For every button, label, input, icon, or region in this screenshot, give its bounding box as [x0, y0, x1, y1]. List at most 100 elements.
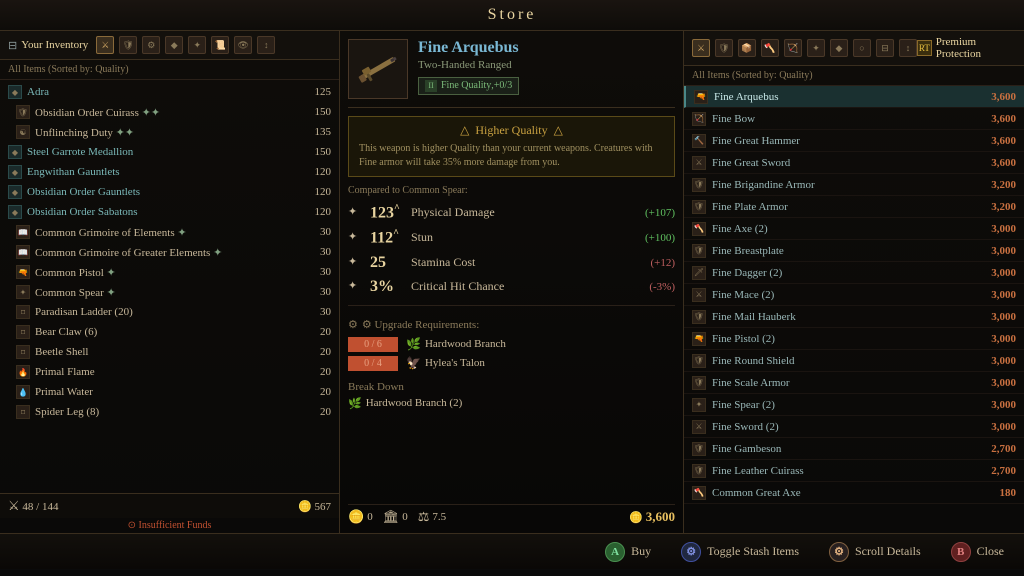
store-list-item[interactable]: 🛡 Fine Gambeson 2,700 [684, 438, 1024, 460]
item-price: 30 [301, 286, 331, 298]
store-filter-box[interactable]: 📦 [738, 39, 756, 57]
weight-value: 7.5 [432, 511, 446, 523]
store-list-item[interactable]: 🗡 Fine Dagger (2) 3,000 [684, 262, 1024, 284]
store-list-item[interactable]: ✦ Fine Spear (2) 3,000 [684, 394, 1024, 416]
store-filter-misc[interactable]: ⊟ [876, 39, 894, 57]
list-item[interactable]: ◆ Obsidian Order Gauntlets 120 [0, 182, 339, 202]
store-item-icon: 🛡 [692, 310, 706, 324]
store-list-item[interactable]: 🛡 Fine Scale Armor 3,000 [684, 372, 1024, 394]
store-list-item[interactable]: 🔨 Fine Great Hammer 3,600 [684, 130, 1024, 152]
store-item-icon: ⚔ [692, 156, 706, 170]
store-item-icon: ✦ [692, 398, 706, 412]
item-detail-type: Two-Handed Ranged [418, 59, 519, 71]
list-item[interactable]: ✦ Common Spear ✦ 30 [0, 282, 339, 302]
store-filter-ring[interactable]: ○ [853, 39, 871, 57]
filter-armor-icon[interactable]: 🛡 [119, 36, 137, 54]
buy-action[interactable]: A Buy [605, 542, 651, 562]
item-icon: ◆ [8, 185, 22, 199]
store-list-item[interactable]: ⚔ Fine Sword (2) 3,000 [684, 416, 1024, 438]
filter-sort-icon[interactable]: ↕ [257, 36, 275, 54]
list-item[interactable]: ◆ Engwithan Gauntlets 120 [0, 162, 339, 182]
store-list-item[interactable]: 🛡 Fine Round Shield 3,000 [684, 350, 1024, 372]
inventory-item-list[interactable]: ◆ Adra 125 🛡 Obsidian Order Cuirass ✦✦ 1… [0, 80, 339, 493]
store-list-item[interactable]: 🪓 Common Great Axe 180 [684, 482, 1024, 504]
store-item-icon: 🔨 [692, 134, 706, 148]
store-list-item[interactable]: ⚔ Fine Mace (2) 3,000 [684, 284, 1024, 306]
list-item[interactable]: ⌑ Paradisan Ladder (20) 30 [0, 302, 339, 322]
stat-value: 25 [370, 254, 405, 272]
store-list-item[interactable]: 🪓 Fine Axe (2) 3,000 [684, 218, 1024, 240]
footer-left: 🪙 0 🏛 0 ⚖ 7.5 [348, 509, 446, 525]
store-item-name: Fine Spear (2) [712, 399, 991, 411]
store-list-item-fine-arquebus[interactable]: 🔫 Fine Arquebus 3,600 [684, 86, 1024, 108]
quality-icon: II [425, 80, 437, 92]
toggle-stash-icon: ⚙ [681, 542, 701, 562]
inventory-capacity: ⚔ 48 / 144 [8, 498, 58, 514]
store-filter-sort[interactable]: ↕ [899, 39, 917, 57]
silver-icon: 🏛 [383, 509, 400, 525]
list-item[interactable]: ◆ Steel Garrote Medallion 150 [0, 142, 339, 162]
store-filter-axe[interactable]: 🪓 [761, 39, 779, 57]
store-filter-all[interactable]: ⚔ [692, 39, 710, 57]
item-price: 30 [301, 246, 331, 258]
store-item-price: 3,000 [991, 421, 1016, 433]
upgrade-row: 0 / 4 🦅 Hylea's Talon [348, 356, 675, 371]
close-button-icon: B [951, 542, 971, 562]
store-list-item[interactable]: 🏹 Fine Bow 3,600 [684, 108, 1024, 130]
store-item-name: Fine Great Hammer [712, 135, 991, 147]
filter-scroll-icon[interactable]: 📜 [211, 36, 229, 54]
store-filter-armor[interactable]: 🛡 [715, 39, 733, 57]
close-action[interactable]: B Close [951, 542, 1004, 562]
upgrade-name: 🦅 Hylea's Talon [406, 356, 485, 371]
list-item[interactable]: ◆ Obsidian Order Sabatons 120 [0, 202, 339, 222]
scroll-details-action[interactable]: ⚙ Scroll Details [829, 542, 921, 562]
list-item-beetle-shell[interactable]: ⌑ Beetle Shell 20 [0, 342, 339, 362]
store-list-item[interactable]: ⚔ Fine Great Sword 3,600 [684, 152, 1024, 174]
item-icon: ✦ [16, 285, 30, 299]
store-filter-bow[interactable]: 🏹 [784, 39, 802, 57]
store-list-item[interactable]: 🛡 Fine Breastplate 3,000 [684, 240, 1024, 262]
item-header: Fine Arquebus Two-Handed Ranged II Fine … [348, 39, 675, 108]
premium-label: Premium Protection [936, 36, 1016, 60]
list-item[interactable]: 🔫 Common Pistol ✦ 30 [0, 262, 339, 282]
store-list-item[interactable]: 🛡 Fine Leather Cuirass 2,700 [684, 460, 1024, 482]
list-item-water[interactable]: 💧 Primal Water 20 [0, 382, 339, 402]
stat-name: Physical Damage [411, 205, 645, 220]
store-item-price: 3,200 [991, 201, 1016, 213]
store-filter-magic[interactable]: ✦ [807, 39, 825, 57]
store-list-item[interactable]: 🛡 Fine Brigandine Armor 3,200 [684, 174, 1024, 196]
silver-value: 0 [402, 511, 408, 523]
store-list-item[interactable]: 🛡 Fine Mail Hauberk 3,000 [684, 306, 1024, 328]
hq-title: △ Higher Quality △ [359, 123, 664, 138]
list-item[interactable]: ☯ Unflinching Duty ✦✦ 135 [0, 122, 339, 142]
toggle-stash-action[interactable]: ⚙ Toggle Stash Items [681, 542, 799, 562]
filter-all-icon[interactable]: ⚔ [96, 36, 114, 54]
store-item-price: 3,000 [991, 267, 1016, 279]
stat-change: (-3%) [649, 281, 675, 293]
list-item[interactable]: ⌑ Bear Claw (6) 20 [0, 322, 339, 342]
hq-triangle-right: △ [554, 123, 563, 138]
filter-gear-icon[interactable]: ⚙ [142, 36, 160, 54]
item-name: Obsidian Order Sabatons [27, 206, 301, 218]
item-price: 150 [301, 146, 331, 158]
store-item-list[interactable]: 🔫 Fine Arquebus 3,600 🏹 Fine Bow 3,600 🔨… [684, 86, 1024, 533]
store-list-item[interactable]: 🛡 Fine Plate Armor 3,200 [684, 196, 1024, 218]
store-item-price: 3,200 [991, 179, 1016, 191]
list-item[interactable]: 🔥 Primal Flame 20 [0, 362, 339, 382]
list-item[interactable]: 📖 Common Grimoire of Greater Elements ✦ … [0, 242, 339, 262]
filter-gem-icon[interactable]: ◆ [165, 36, 183, 54]
inventory-title: Your Inventory [21, 39, 88, 51]
list-item[interactable]: ◆ Adra 125 [0, 82, 339, 102]
store-item-price: 3,000 [991, 311, 1016, 323]
store-item-icon: 🛡 [692, 464, 706, 478]
store-list-item[interactable]: 🔫 Fine Pistol (2) 3,000 [684, 328, 1024, 350]
list-item[interactable]: 📖 Common Grimoire of Elements ✦ 30 [0, 222, 339, 242]
store-filter-gem[interactable]: ◆ [830, 39, 848, 57]
filter-magic-icon[interactable]: ✦ [188, 36, 206, 54]
buy-button-icon: A [605, 542, 625, 562]
filter-misc-icon[interactable]: 👁 [234, 36, 252, 54]
store-item-name: Fine Gambeson [712, 443, 991, 455]
list-item[interactable]: 🛡 Obsidian Order Cuirass ✦✦ 150 [0, 102, 339, 122]
list-item[interactable]: ⌑ Spider Leg (8) 20 [0, 402, 339, 422]
quality-label: Fine Quality [441, 80, 491, 91]
